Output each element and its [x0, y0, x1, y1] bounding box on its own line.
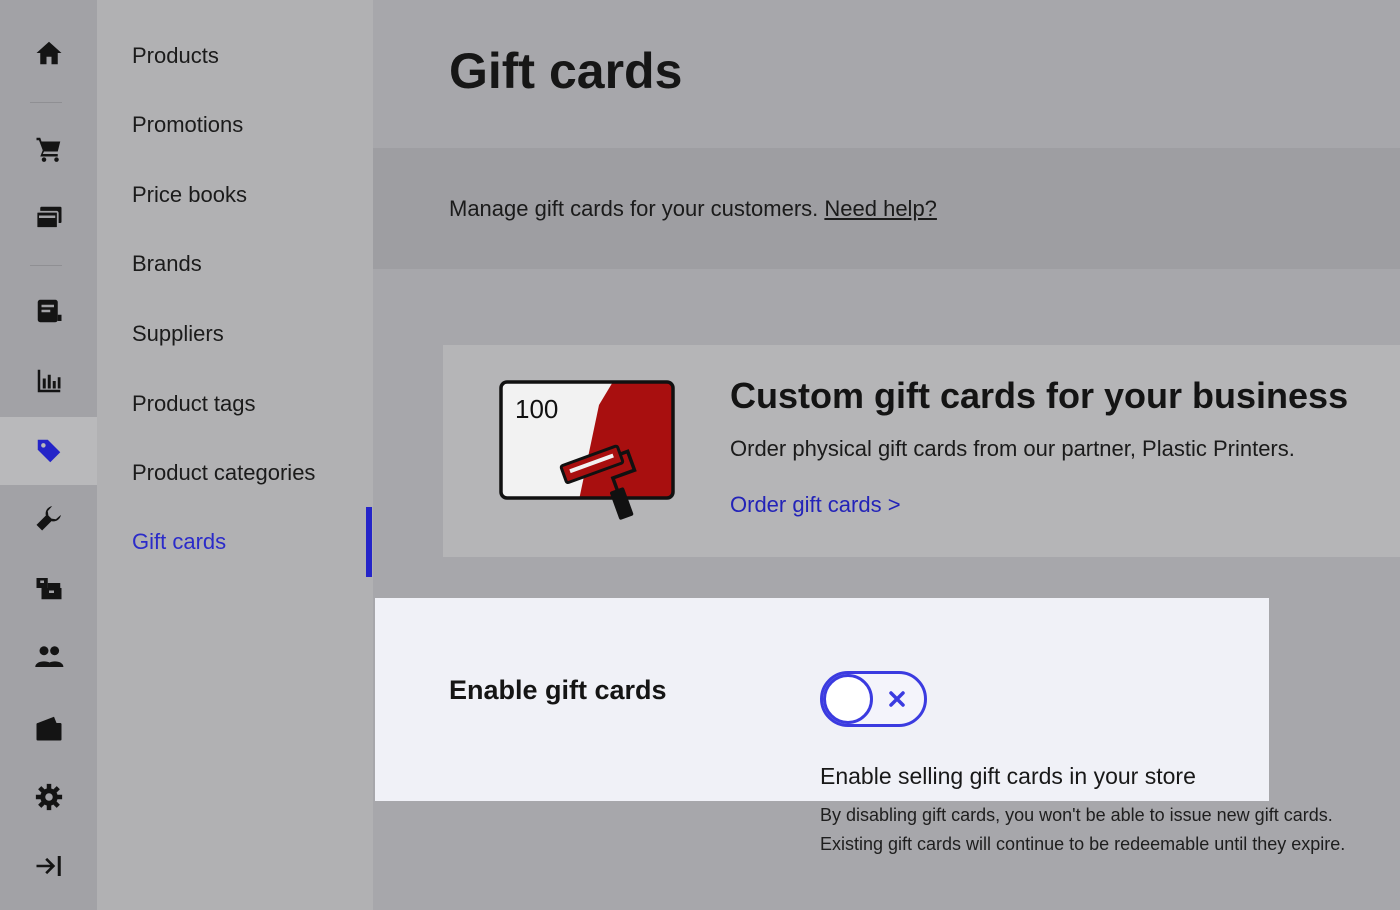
subnav-item-product-tags[interactable]: Product tags: [132, 391, 256, 417]
wrench-icon: [36, 506, 61, 531]
gift-card-value: 100: [515, 394, 558, 424]
subnav-item-products[interactable]: Products: [132, 43, 219, 69]
rail-customers[interactable]: [0, 624, 97, 690]
promo-title: Custom gift cards for your business: [730, 375, 1349, 416]
subnav-item-product-categories[interactable]: Product categories: [132, 460, 315, 486]
rail-separator: [30, 102, 62, 103]
custom-gift-cards-promo: 100 Custom gift cards for your business …: [443, 345, 1400, 557]
collapse-icon: [36, 856, 61, 876]
active-indicator: [366, 507, 372, 577]
order-gift-cards-link[interactable]: Order gift cards >: [730, 492, 901, 518]
receipt-icon: [37, 299, 61, 323]
wallet-icon: [36, 716, 61, 741]
description-text: Manage gift cards for your customers.: [449, 196, 825, 221]
rail-home[interactable]: [0, 20, 97, 86]
catalog-subnav: Products Promotions Price books Brands S…: [97, 0, 373, 910]
setting-title: Enable selling gift cards in your store: [820, 763, 1196, 789]
setting-help-line: Existing gift cards will continue to be …: [820, 834, 1346, 854]
promo-subtitle: Order physical gift cards from our partn…: [730, 436, 1295, 461]
enable-gift-cards-toggle[interactable]: [820, 671, 927, 727]
description-band: Manage gift cards for your customers. Ne…: [373, 148, 1400, 269]
subnav-item-gift-cards[interactable]: Gift cards: [132, 529, 226, 555]
home-icon: [36, 41, 61, 65]
chart-icon: [37, 369, 60, 393]
rail-sales[interactable]: [0, 116, 97, 182]
boxes-icon: [36, 578, 61, 600]
enable-gift-cards-label: Enable gift cards: [449, 675, 667, 705]
page-title: Gift cards: [449, 43, 683, 99]
tag-icon: [37, 439, 60, 463]
subnav-item-promotions[interactable]: Promotions: [132, 112, 243, 138]
rail-payments[interactable]: [0, 185, 97, 251]
rail-reports-list[interactable]: [0, 278, 97, 344]
page-description: Manage gift cards for your customers. Ne…: [449, 196, 937, 222]
rail-analytics[interactable]: [0, 348, 97, 414]
rail-separator: [30, 265, 62, 266]
subnav-item-brands[interactable]: Brands: [132, 251, 202, 277]
need-help-link[interactable]: Need help?: [824, 196, 937, 221]
toggle-knob: [823, 674, 873, 724]
subnav-item-suppliers[interactable]: Suppliers: [132, 321, 224, 347]
gear-icon: [35, 783, 62, 811]
rail-wallet[interactable]: [0, 695, 97, 761]
users-icon: [34, 646, 63, 667]
gift-card-illustration: 100: [499, 380, 675, 520]
rail-setup[interactable]: [0, 485, 97, 551]
setting-help-line: By disabling gift cards, you won't be ab…: [820, 805, 1333, 825]
close-icon: [889, 691, 905, 707]
setting-help-text: By disabling gift cards, you won't be ab…: [820, 801, 1345, 859]
rail-collapse[interactable]: [0, 833, 97, 899]
cart-icon: [36, 137, 60, 162]
rail-inventory[interactable]: [0, 555, 97, 621]
icon-rail: [0, 0, 97, 910]
subnav-item-price-books[interactable]: Price books: [132, 182, 247, 208]
cards-icon: [35, 206, 61, 229]
rail-settings[interactable]: [0, 764, 97, 830]
rail-catalog[interactable]: [0, 417, 97, 485]
